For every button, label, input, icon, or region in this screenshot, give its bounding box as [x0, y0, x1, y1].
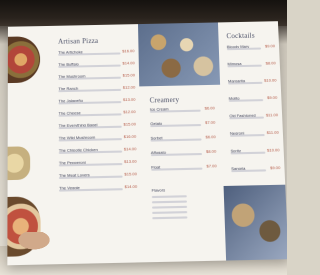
restaurant-menu: Artisan Pizza The Artichoke $16.00 The Buf…: [7, 21, 287, 266]
menu-item-description: [226, 47, 262, 51]
flavor-line: [152, 216, 188, 220]
menu-item-price: $15.00: [122, 72, 136, 78]
menu-item: The Veggie $14.00: [59, 184, 137, 196]
menu-item: The Buffalo $14.00: [58, 60, 135, 72]
menu-item-price: $9.00: [264, 43, 276, 49]
food-photo: [223, 184, 287, 261]
menu-item-price: $15.00: [124, 171, 137, 177]
menu-item-description: [230, 151, 266, 155]
menu-item-description: [58, 125, 122, 130]
menu-item-description: [150, 152, 203, 157]
menu-item-price: $6.00: [205, 134, 216, 140]
section-title: Artisan Pizza: [58, 36, 99, 46]
menu-item: Gelato $7.00: [150, 120, 215, 132]
menu-item: The Ranch $12.00: [58, 84, 135, 96]
menu-item-price: $15.00: [123, 121, 136, 127]
menu-item-price: $7.00: [206, 163, 217, 169]
menu-item: Old Fashioned $11.00: [229, 112, 278, 123]
menu-item-description: [229, 116, 264, 120]
flavor-list: Flavors: [152, 186, 215, 222]
menu-item-price: $6.00: [204, 105, 215, 111]
menu-item: Float $7.00: [151, 163, 217, 175]
menu-item-price: $12.00: [123, 108, 136, 115]
menu-item-description: [150, 124, 202, 128]
flavor-line: [152, 205, 188, 209]
menu-item-price: $14.00: [122, 60, 135, 66]
menu-column-pizza: Artisan Pizza The Artichoke $16.00 The Buf…: [7, 24, 142, 265]
menu-item-list: Bloody Mary $9.00 Mimosa $8.00 Margarita $10.…: [218, 21, 280, 173]
pizza-photo: [7, 36, 41, 84]
menu-item-description: [229, 134, 265, 137]
menu-item-price: $11.00: [265, 112, 279, 118]
menu-item-price: $8.00: [205, 148, 217, 154]
menu-item: Bloody Mary $9.00: [227, 43, 276, 54]
menu-item-description: [58, 138, 122, 142]
menu-item-description: [58, 76, 121, 81]
menu-item-description: [58, 88, 122, 93]
menu-item: The Chipotle Chicken $14.00: [59, 146, 137, 158]
menu-item-description: [151, 167, 203, 171]
menu-item-price: $13.00: [123, 96, 136, 103]
menu-item-description: [150, 138, 202, 142]
menu-item-price: $8.00: [265, 60, 276, 66]
menu-item-description: [58, 150, 123, 154]
menu-item-description: [58, 163, 123, 167]
menu-item: The Jalapeño $13.00: [58, 96, 136, 109]
menu-column-creamery: Creamery Ice Cream $6.00 Gelato $7.00 Sorbet…: [138, 22, 226, 262]
menu-item-description: [58, 113, 122, 117]
menu-item-price: $12.00: [122, 84, 136, 90]
menu-item-price: $9.00: [267, 94, 278, 101]
menu-item: The Pepperoni $13.00: [59, 159, 137, 171]
menu-item-description: [228, 81, 263, 85]
menu-item-description: [228, 99, 264, 102]
menu-item-description: [227, 64, 262, 68]
menu-item: Mojito $9.00: [229, 95, 278, 106]
menu-item-price: $14.00: [123, 146, 137, 152]
dip-photo: [7, 146, 31, 181]
menu-item-description: [58, 175, 123, 180]
menu-item: Ice Cream $6.00: [150, 105, 215, 117]
menu-item: Affogato $8.00: [151, 149, 217, 161]
menu-item-price: $11.00: [266, 129, 279, 135]
menu-item: The Artichoke $16.00: [58, 48, 135, 60]
menu-item-price: $16.00: [123, 133, 137, 140]
menu-item: Negroni $11.00: [230, 130, 279, 141]
menu-item-price: $9.00: [269, 164, 281, 171]
menu-item: The Wild Mushroom $16.00: [59, 134, 137, 146]
menu-item-description: [58, 101, 122, 105]
photo-scene: Artisan Pizza The Artichoke $16.00 The Buf…: [0, 0, 287, 275]
menu-item-price: $10.00: [266, 147, 280, 153]
menu-item: The Mushroom $15.00: [58, 72, 135, 84]
menu-item-description: [231, 169, 267, 173]
menu-item: Spritz $10.00: [230, 147, 280, 158]
menu-item-price: $7.00: [205, 119, 216, 125]
menu-item-price: $13.00: [124, 158, 137, 165]
menu-item-description: [58, 64, 121, 68]
menu-column-cocktails: Cocktails Bloody Mary $9.00 Mimosa $8.00 Mar…: [218, 21, 287, 261]
menu-item-price: $14.00: [124, 183, 138, 190]
menu-item: Mimosa $8.00: [227, 60, 276, 71]
flavor-heading: Flavors: [151, 187, 166, 193]
flavor-line: [151, 200, 187, 204]
menu-item-description: [59, 188, 123, 192]
menu-item: Margarita $10.00: [228, 77, 277, 88]
menu-item-price: $16.00: [122, 48, 135, 54]
menu-item: The Cheese $12.00: [59, 109, 136, 121]
menu-item-price: $10.00: [264, 77, 277, 83]
menu-item: The Everything Bagel $15.00: [59, 121, 137, 133]
section-title: Creamery: [149, 95, 180, 105]
flavor-line: [152, 211, 188, 214]
section-title: Cocktails: [226, 31, 255, 41]
menu-item: Sangria $9.00: [231, 165, 281, 177]
menu-item-description: [149, 109, 201, 113]
hand: [14, 232, 54, 252]
menu-item-description: [58, 52, 121, 56]
flavor-line: [151, 195, 187, 199]
menu-item: The Meat Lovers $15.00: [59, 171, 137, 183]
menu-item: Sorbet $6.00: [150, 134, 216, 146]
food-photo: [138, 22, 221, 87]
